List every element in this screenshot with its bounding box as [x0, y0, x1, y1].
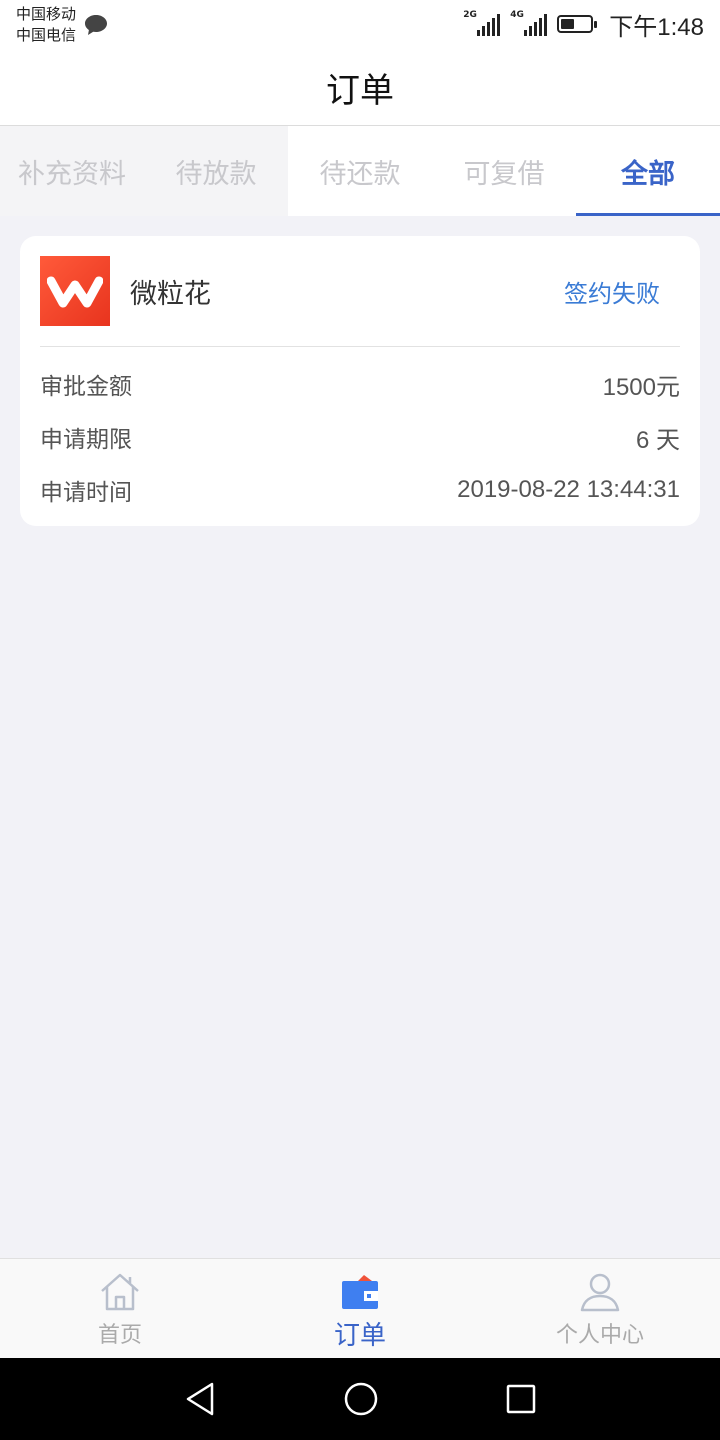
- detail-row-term: 申请期限 6 天: [40, 417, 680, 457]
- message-icon: [84, 14, 108, 40]
- detail-value: 2019-08-22 13:44:31: [457, 476, 680, 503]
- nav-label: 订单: [333, 1321, 386, 1351]
- clock: 下午1:48: [609, 13, 704, 41]
- home-circle-icon[interactable]: [343, 1381, 379, 1417]
- battery-icon: [557, 15, 598, 33]
- tab-all[interactable]: 全部: [576, 126, 720, 216]
- page-title: 订单: [326, 71, 394, 111]
- order-card[interactable]: 微粒花 签约失败 审批金额 1500元 申请期限 6 天 申请时间 2019-0…: [20, 236, 700, 526]
- status-indicators: 2G 4G 下午1:48: [463, 8, 704, 41]
- detail-value: 6 天: [635, 426, 680, 454]
- tab-reborrowable[interactable]: 可复借: [432, 126, 576, 216]
- detail-label: 申请时间: [40, 480, 132, 506]
- order-tabs: 补充资料 待放款 待还款 可复借 全部: [0, 126, 720, 216]
- detail-value: 1500元: [602, 373, 680, 401]
- bottom-nav: 首页 订单 个人中心: [0, 1258, 720, 1358]
- product-name: 微粒花: [130, 279, 211, 310]
- carrier-info: 中国移动 中国电信: [16, 4, 76, 46]
- network-type-1: 2G: [463, 10, 477, 20]
- order-status[interactable]: 签约失败: [564, 274, 660, 309]
- network-type-2: 4G: [510, 10, 524, 20]
- signal-icon: 4G: [510, 10, 548, 36]
- card-divider: [40, 346, 680, 347]
- nav-orders[interactable]: 订单: [240, 1259, 480, 1359]
- wallet-icon: [342, 1275, 378, 1309]
- nav-label: 个人中心: [555, 1323, 644, 1348]
- back-icon[interactable]: [183, 1381, 217, 1417]
- home-icon: [101, 1273, 139, 1311]
- user-icon: [580, 1273, 620, 1312]
- page-header: 订单: [0, 50, 720, 126]
- nav-label: 首页: [97, 1323, 142, 1348]
- tab-pending-repayment[interactable]: 待还款: [288, 126, 432, 216]
- product-logo: [40, 256, 110, 326]
- system-nav-bar: [0, 1358, 720, 1440]
- carrier-2: 中国电信: [16, 26, 77, 44]
- detail-row-time: 申请时间 2019-08-22 13:44:31: [40, 470, 680, 510]
- nav-profile[interactable]: 个人中心: [480, 1259, 720, 1359]
- tab-supplement-info[interactable]: 补充资料: [0, 126, 144, 216]
- carrier-1: 中国移动: [16, 5, 77, 23]
- recents-icon[interactable]: [505, 1383, 537, 1415]
- status-bar: 中国移动 中国电信 2G 4G 下午1:48: [0, 0, 720, 50]
- tab-pending-loan[interactable]: 待放款: [144, 126, 288, 216]
- nav-home[interactable]: 首页: [0, 1259, 240, 1359]
- detail-label: 审批金额: [40, 374, 132, 400]
- detail-row-amount: 审批金额 1500元: [40, 364, 680, 404]
- signal-icon: 2G: [463, 10, 501, 36]
- detail-label: 申请期限: [40, 427, 132, 453]
